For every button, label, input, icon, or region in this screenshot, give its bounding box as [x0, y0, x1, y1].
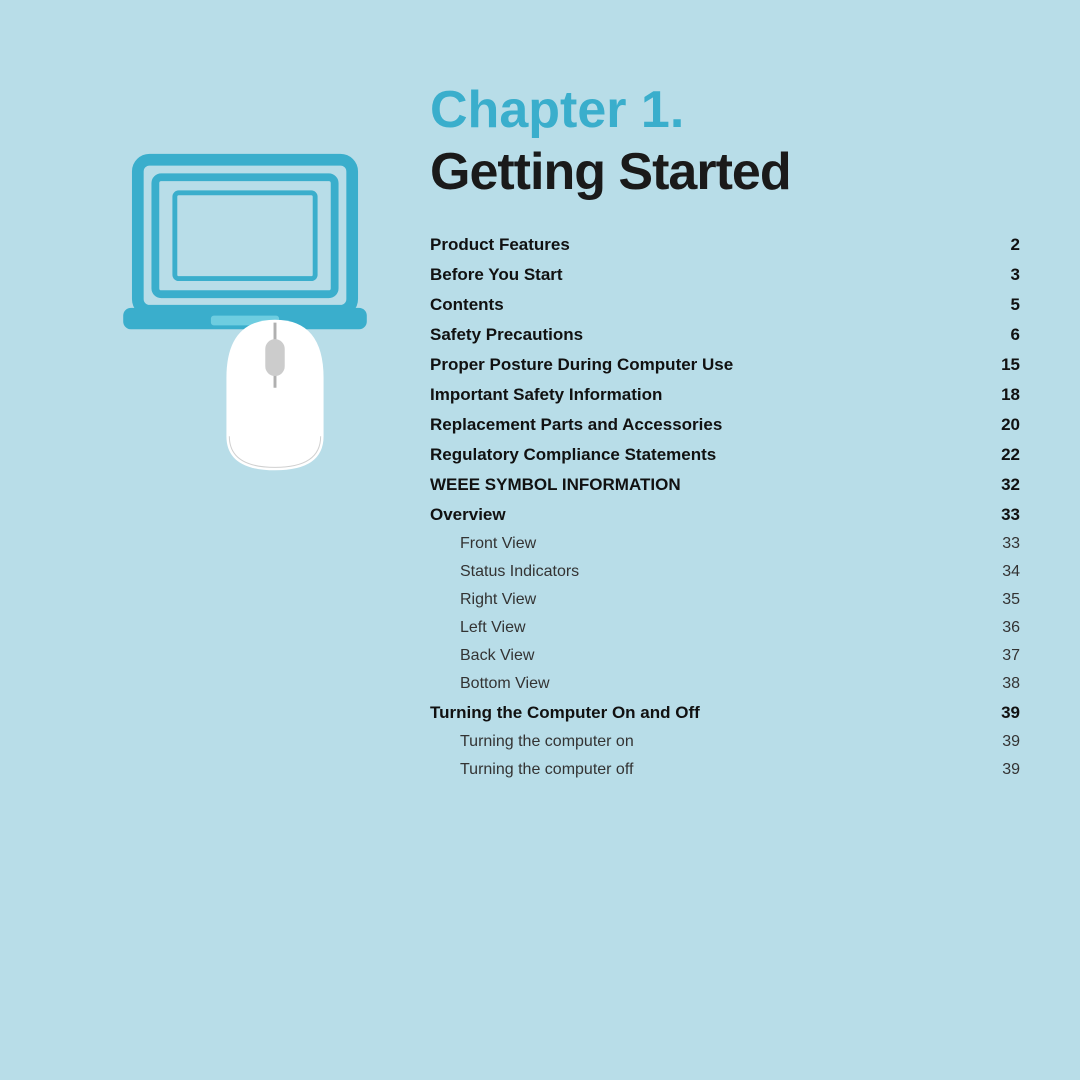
- toc-item-label: Overview: [430, 505, 990, 525]
- toc-item-label: Turning the computer off: [430, 761, 990, 779]
- toc-item-page: 33: [990, 535, 1020, 553]
- toc-item-label: Back View: [430, 647, 990, 665]
- toc-item-label: Important Safety Information: [430, 385, 990, 405]
- toc-item-label: Replacement Parts and Accessories: [430, 415, 990, 435]
- toc-item-page: 32: [990, 475, 1020, 495]
- toc-item-page: 5: [990, 295, 1020, 315]
- toc-item-label: Contents: [430, 295, 990, 315]
- toc-item-page: 39: [990, 733, 1020, 751]
- toc-item-page: 6: [990, 325, 1020, 345]
- table-row[interactable]: Contents5: [430, 290, 1020, 320]
- toc-item-label: WEEE SYMBOL INFORMATION: [430, 475, 990, 495]
- chapter-title: Getting Started: [430, 142, 1020, 202]
- toc-item-page: 15: [990, 355, 1020, 375]
- table-row[interactable]: Turning the Computer On and Off39: [430, 698, 1020, 728]
- toc-item-page: 39: [990, 761, 1020, 779]
- table-row[interactable]: Turning the computer on39: [430, 728, 1020, 756]
- table-of-contents: Product Features2Before You Start3Conten…: [430, 230, 1020, 784]
- toc-item-page: 22: [990, 445, 1020, 465]
- table-row[interactable]: Bottom View38: [430, 670, 1020, 698]
- table-row[interactable]: Overview33: [430, 500, 1020, 530]
- toc-item-page: 3: [990, 265, 1020, 285]
- toc-item-label: Right View: [430, 591, 990, 609]
- toc-item-label: Regulatory Compliance Statements: [430, 445, 990, 465]
- chapter-label: Chapter 1.: [430, 80, 1020, 140]
- table-row[interactable]: Front View33: [430, 530, 1020, 558]
- content-area: Chapter 1. Getting Started Product Featu…: [430, 70, 1080, 784]
- toc-item-page: 20: [990, 415, 1020, 435]
- toc-item-page: 18: [990, 385, 1020, 405]
- table-row[interactable]: Replacement Parts and Accessories20: [430, 410, 1020, 440]
- toc-item-label: Front View: [430, 535, 990, 553]
- toc-item-page: 34: [990, 563, 1020, 581]
- table-row[interactable]: Left View36: [430, 614, 1020, 642]
- toc-item-page: 37: [990, 647, 1020, 665]
- toc-item-label: Before You Start: [430, 265, 990, 285]
- toc-item-page: 36: [990, 619, 1020, 637]
- toc-item-page: 38: [990, 675, 1020, 693]
- toc-item-label: Status Indicators: [430, 563, 990, 581]
- table-row[interactable]: Regulatory Compliance Statements22: [430, 440, 1020, 470]
- table-row[interactable]: Product Features2: [430, 230, 1020, 260]
- toc-item-label: Product Features: [430, 235, 990, 255]
- table-row[interactable]: Before You Start3: [430, 260, 1020, 290]
- toc-item-label: Proper Posture During Computer Use: [430, 355, 990, 375]
- toc-item-page: 39: [990, 703, 1020, 723]
- table-row[interactable]: Safety Precautions6: [430, 320, 1020, 350]
- table-row[interactable]: Important Safety Information18: [430, 380, 1020, 410]
- toc-item-label: Safety Precautions: [430, 325, 990, 345]
- toc-item-label: Turning the Computer On and Off: [430, 703, 990, 723]
- toc-item-page: 2: [990, 235, 1020, 255]
- mouse-icon: [210, 310, 340, 480]
- toc-item-label: Turning the computer on: [430, 733, 990, 751]
- table-row[interactable]: Proper Posture During Computer Use15: [430, 350, 1020, 380]
- table-row[interactable]: WEEE SYMBOL INFORMATION32: [430, 470, 1020, 500]
- toc-item-label: Bottom View: [430, 675, 990, 693]
- table-row[interactable]: Status Indicators34: [430, 558, 1020, 586]
- toc-item-page: 33: [990, 505, 1020, 525]
- page-container: Chapter 1. Getting Started Product Featu…: [0, 0, 1080, 1080]
- toc-item-page: 35: [990, 591, 1020, 609]
- illustration-area: [60, 70, 430, 480]
- table-row[interactable]: Back View37: [430, 642, 1020, 670]
- table-row[interactable]: Turning the computer off39: [430, 756, 1020, 784]
- table-row[interactable]: Right View35: [430, 586, 1020, 614]
- toc-item-label: Left View: [430, 619, 990, 637]
